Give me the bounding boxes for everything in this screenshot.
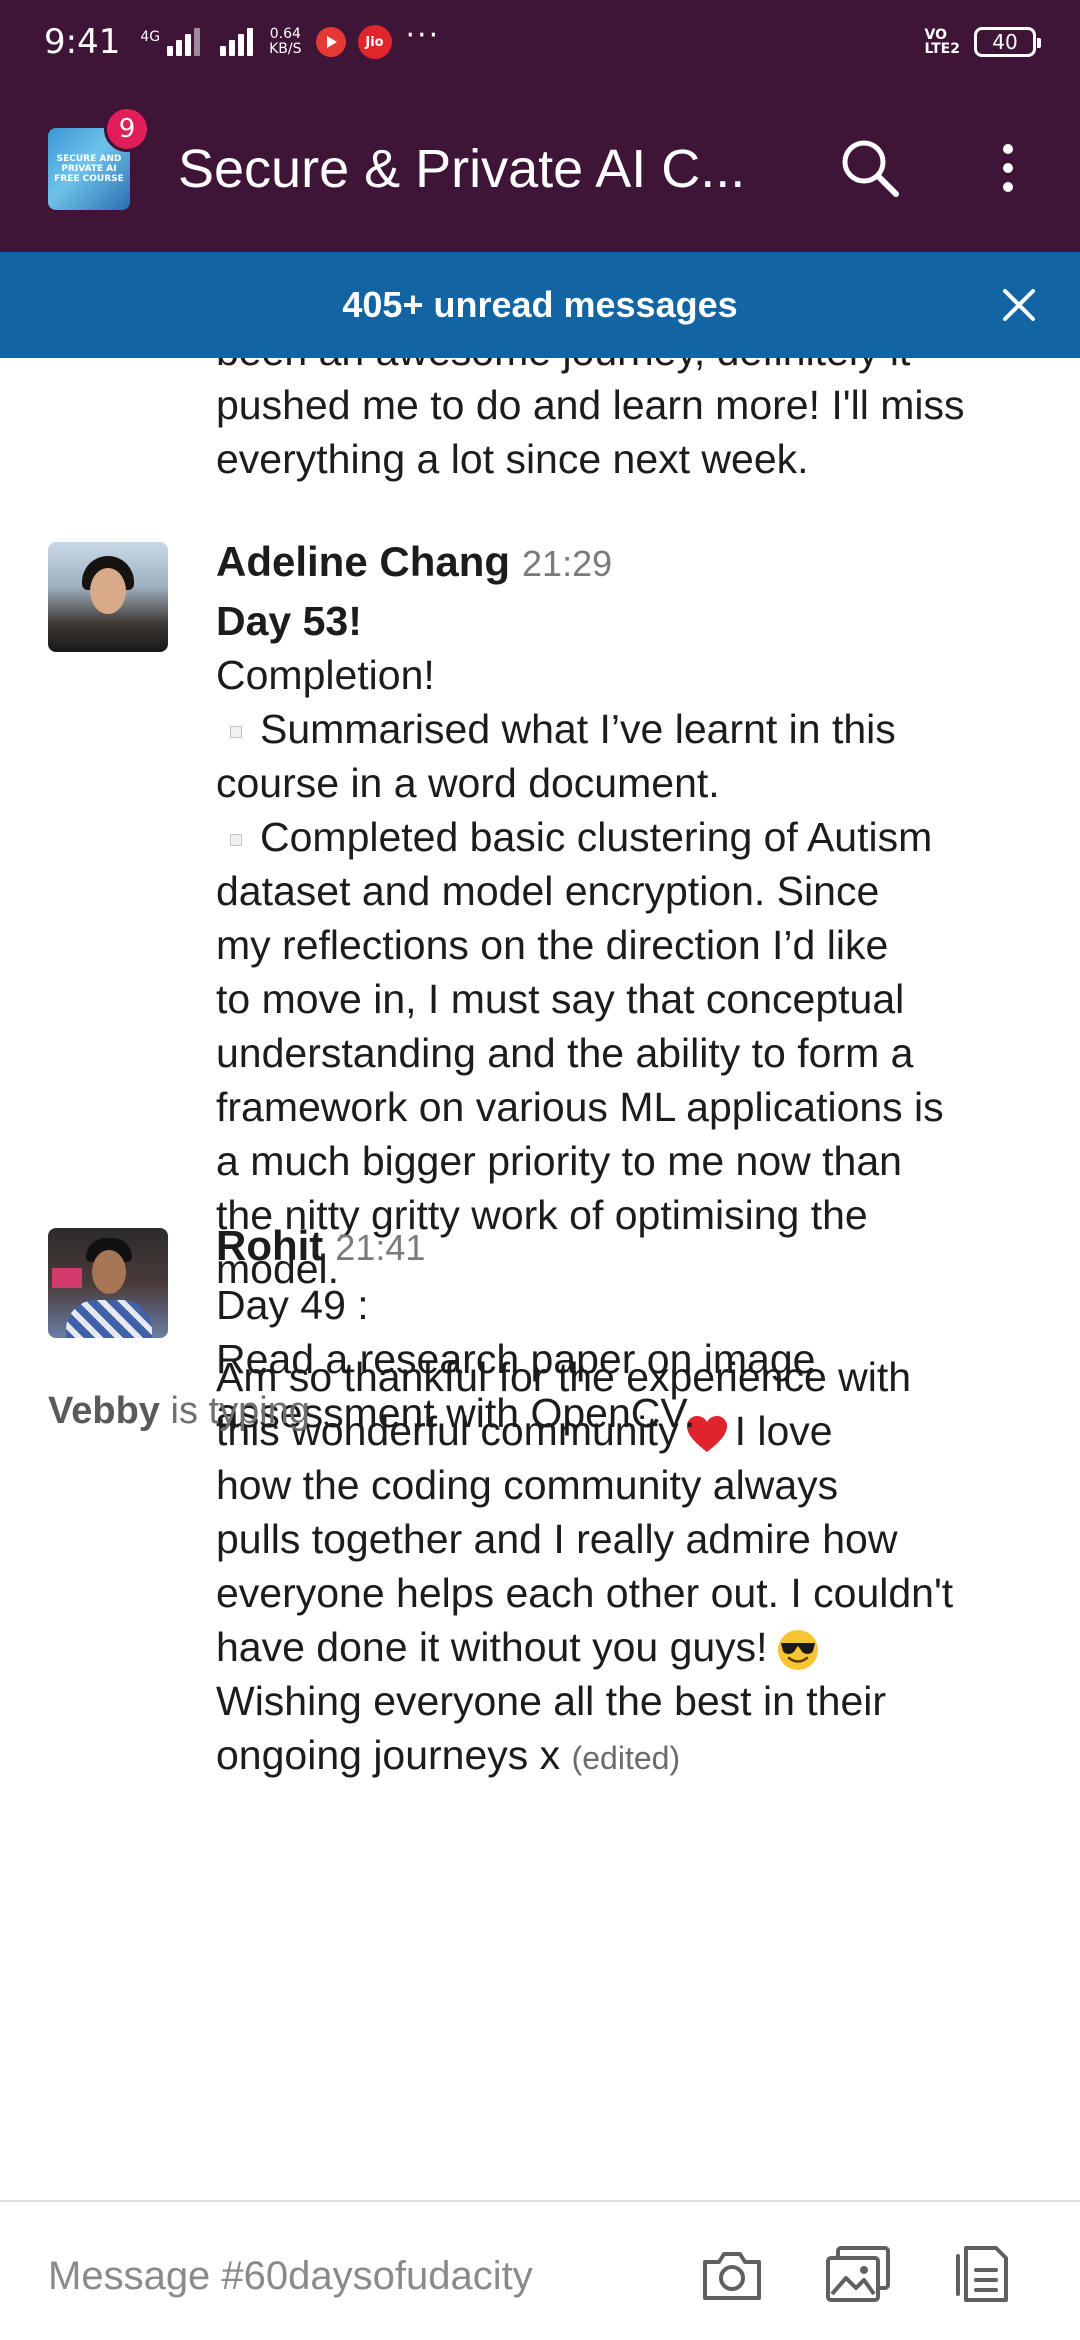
- message-list[interactable]: been an awesome journey, definitely it p…: [0, 358, 1080, 2102]
- message-header: Rohit 21:41: [216, 1222, 1046, 1276]
- signal-bars-icon: [220, 28, 254, 56]
- notification-badge: 9: [104, 106, 150, 152]
- jio-notification-icon: Jio: [357, 25, 392, 59]
- channel-title[interactable]: Secure & Private AI C...: [178, 138, 798, 200]
- message-line: assessment with OpenCV.: [216, 1390, 696, 1436]
- message-partial: been an awesome journey, definitely it p…: [216, 358, 1036, 486]
- close-icon: [1003, 289, 1035, 321]
- status-bar: 9:41 4G 0.64 KB/S Jio ··· VO LTE2 40: [0, 0, 1080, 84]
- message-line: a much bigger priority to me now than: [216, 1138, 902, 1184]
- more-options-button[interactable]: [980, 130, 1036, 206]
- files-icon: [956, 2246, 1008, 2302]
- message-line: have done it without you guys!: [216, 1624, 768, 1670]
- typing-user: Vebby: [48, 1390, 160, 1432]
- message-composer: [0, 2200, 1080, 2340]
- typing-text: is typing: [170, 1390, 310, 1432]
- message-line: Day 53!: [216, 598, 362, 644]
- author-name[interactable]: Rohit: [216, 1222, 323, 1270]
- bullet-icon: [230, 834, 242, 847]
- message-line: Completion!: [216, 652, 435, 698]
- network-type-label: 4G: [140, 29, 161, 45]
- battery-icon: 40: [974, 27, 1041, 57]
- more-notifications-icon: ···: [405, 17, 441, 53]
- message-line: Day 49 :: [216, 1282, 369, 1328]
- channel-avatar-text: SECURE AND PRIVATE AI FREE COURSE: [54, 154, 124, 184]
- bullet-item: Summarised what I’ve learnt in this cour…: [216, 702, 1046, 810]
- camera-icon: [703, 2252, 761, 2300]
- message-line: Read a research paper on image: [216, 1336, 816, 1382]
- message-line: how the coding community always: [216, 1462, 839, 1508]
- network-speed-value: 0.64: [269, 26, 301, 42]
- message-line: my reflections on the direction I’d like: [216, 922, 889, 968]
- avatar[interactable]: [48, 1228, 168, 1338]
- banner-close-button[interactable]: [992, 278, 1046, 332]
- signal-4g-icon: 4G: [140, 28, 201, 56]
- bullet-icon: [230, 726, 242, 739]
- message-input[interactable]: [48, 2246, 668, 2306]
- typing-indicator: Vebby is typing: [48, 1390, 310, 1433]
- message-line: framework on various ML applications is: [216, 1084, 944, 1130]
- youtube-notification-icon: [315, 27, 346, 57]
- unread-messages-text: 405+ unread messages: [342, 284, 738, 325]
- smiling-face-with-sunglasses-icon: [777, 1630, 818, 1671]
- message-line: course in a word document.: [216, 760, 720, 806]
- search-icon: [842, 140, 899, 197]
- message-line: Wishing everyone all the best in their: [216, 1678, 887, 1724]
- message-line: Completed basic clustering of Autism: [260, 814, 933, 860]
- camera-button[interactable]: [696, 2242, 768, 2306]
- message-line: everything a lot since next week.: [216, 436, 809, 482]
- network-speed-unit: KB/S: [269, 41, 302, 57]
- message-line: been an awesome journey, definitely it: [216, 358, 1036, 378]
- channel-header: SECURE AND PRIVATE AI FREE COURSE 9 Secu…: [0, 84, 1080, 252]
- message-line: dataset and model encryption. Since: [216, 868, 880, 914]
- volte-indicator: VO LTE2: [925, 28, 960, 56]
- avatar[interactable]: [48, 542, 168, 652]
- message-time: 21:41: [335, 1227, 426, 1268]
- battery-level: 40: [992, 30, 1018, 54]
- image-gallery-icon: [826, 2246, 890, 2302]
- message-line: everyone helps each other out. I couldn'…: [216, 1570, 954, 1616]
- files-button[interactable]: [946, 2242, 1018, 2306]
- message-line: Summarised what I’ve learnt in this: [260, 706, 896, 752]
- volte-top-label: VO: [924, 27, 948, 43]
- message-header: Adeline Chang 21:29: [216, 538, 1046, 592]
- message-time: 21:29: [522, 543, 613, 584]
- network-speed: 0.64 KB/S: [269, 27, 301, 57]
- message-line: pulls together and I really admire how: [216, 1516, 898, 1562]
- status-time: 9:41: [44, 22, 121, 62]
- message-line: pushed me to do and learn more! I'll mis…: [216, 382, 965, 428]
- unread-messages-banner[interactable]: 405+ unread messages: [0, 252, 1080, 358]
- edited-label: (edited): [571, 1740, 681, 1776]
- gallery-button[interactable]: [822, 2242, 894, 2306]
- more-vertical-icon: [1003, 144, 1013, 154]
- volte-bottom-label: LTE2: [924, 41, 960, 57]
- search-button[interactable]: [832, 130, 908, 206]
- message-line: ongoing journeys x: [216, 1732, 561, 1778]
- author-name[interactable]: Adeline Chang: [216, 538, 510, 586]
- message-line: understanding and the ability to form a: [216, 1030, 914, 1076]
- message-line: to move in, I must say that conceptual: [216, 976, 905, 1022]
